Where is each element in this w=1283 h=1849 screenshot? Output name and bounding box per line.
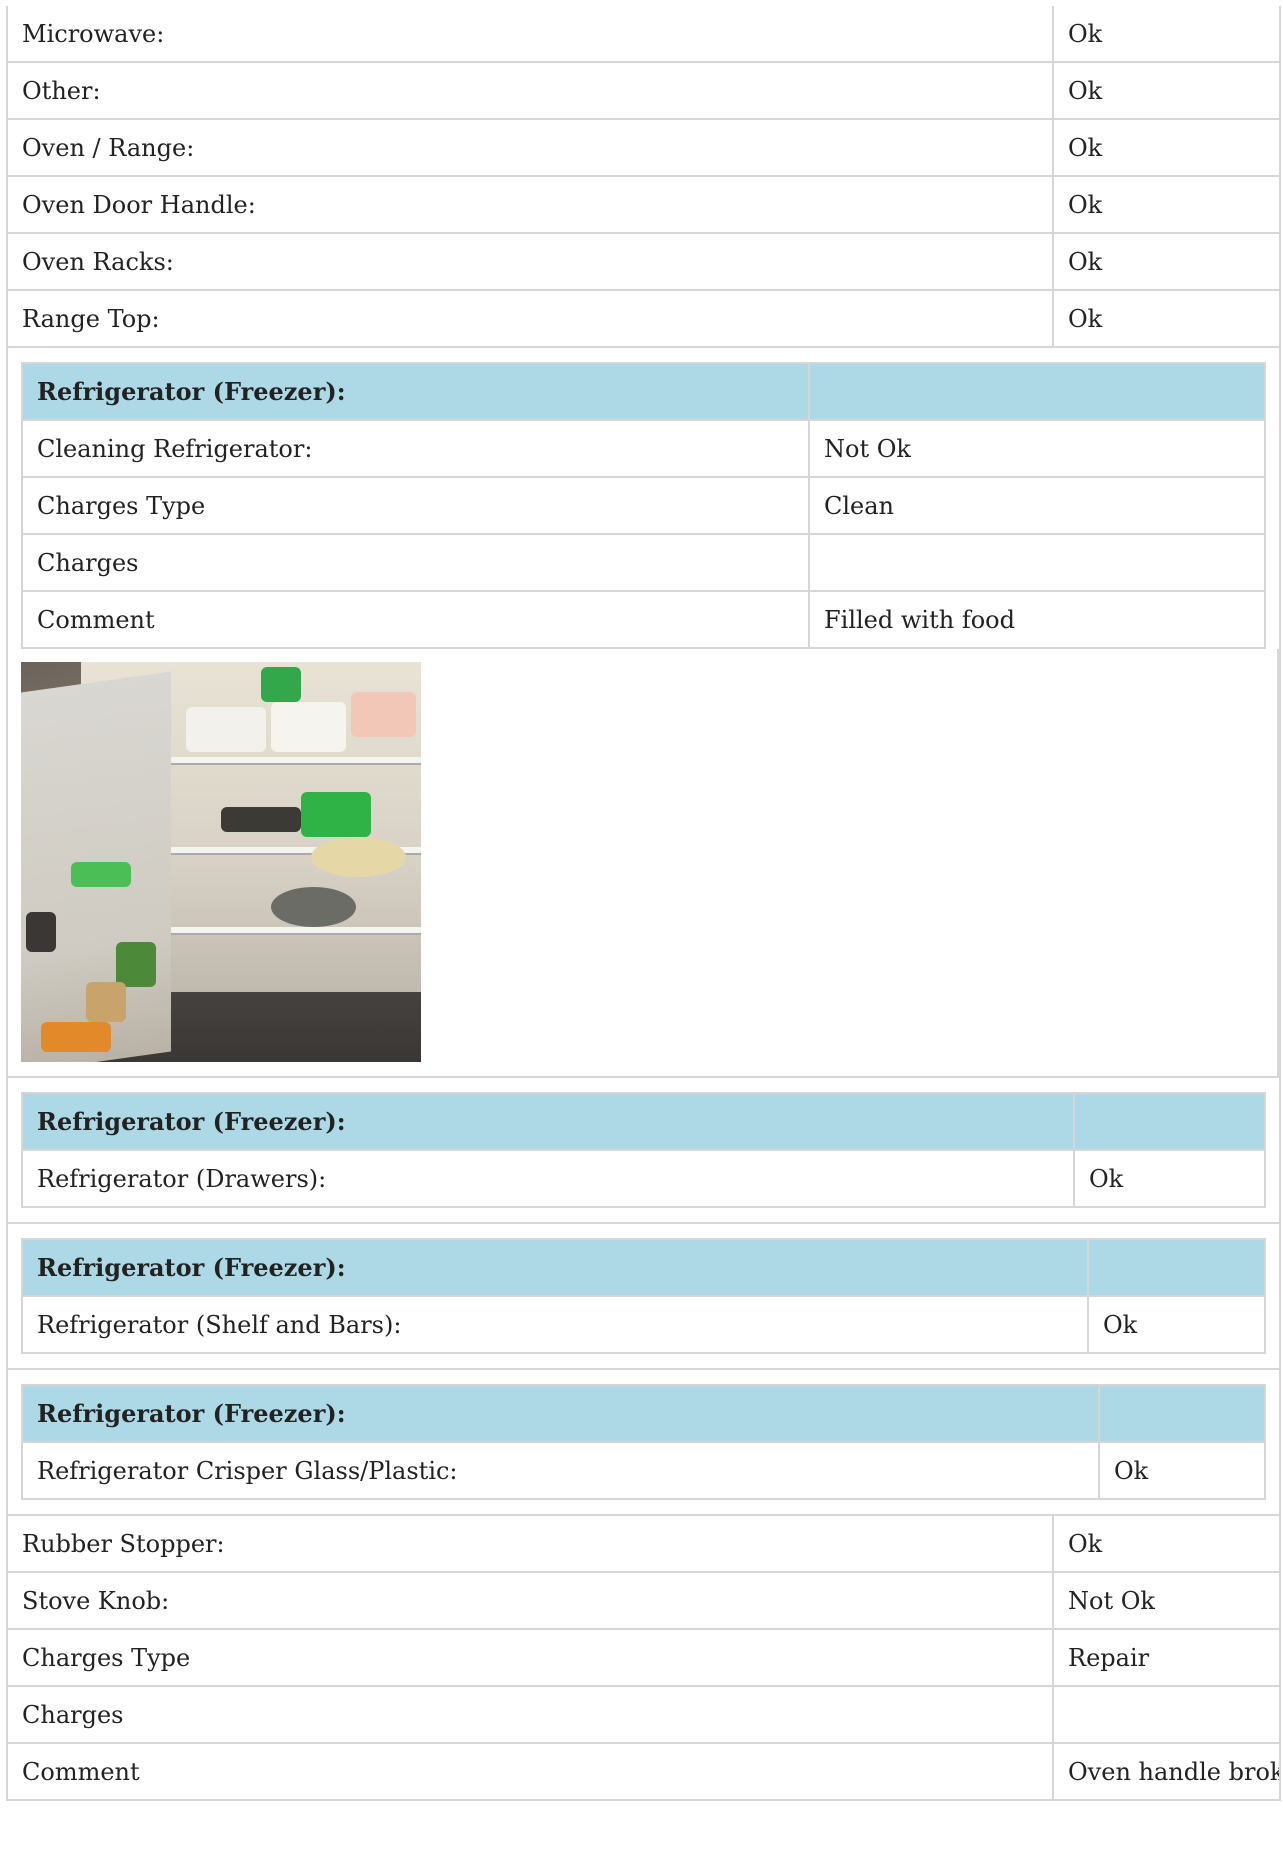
- row-label: Oven Door Handle:: [6, 176, 1054, 234]
- section-header-row: Refrigerator (Freezer):: [21, 1384, 1266, 1443]
- table-row: Oven Racks: Ok: [6, 233, 1281, 291]
- appliance-table-bottom: Rubber Stopper: Ok Stove Knob: Not Ok Ch…: [6, 1516, 1281, 1801]
- table-row: Refrigerator (Shelf and Bars): Ok: [21, 1295, 1266, 1354]
- table-row: Refrigerator Crisper Glass/Plastic: Ok: [21, 1441, 1266, 1500]
- table-row: Refrigerator (Drawers): Ok: [21, 1149, 1266, 1208]
- row-value: [808, 533, 1266, 592]
- row-label: Range Top:: [6, 290, 1054, 348]
- row-label: Cleaning Refrigerator:: [21, 419, 810, 478]
- table-row: Charges Type Clean: [21, 476, 1266, 535]
- section-header: Refrigerator (Freezer):: [21, 1384, 1100, 1443]
- section-header-empty: [808, 362, 1266, 421]
- table-row: Rubber Stopper: Ok: [6, 1516, 1281, 1573]
- row-value: Ok: [1073, 1149, 1266, 1208]
- section-header-row: Refrigerator (Freezer):: [21, 362, 1266, 421]
- row-label: Stove Knob:: [6, 1572, 1054, 1630]
- table-row: Cleaning Refrigerator: Not Ok: [21, 419, 1266, 478]
- table-row: Charges: [21, 533, 1266, 592]
- row-label: Charges Type: [21, 476, 810, 535]
- refrigerator-crisper-table: Refrigerator (Freezer): Refrigerator Cri…: [21, 1384, 1266, 1500]
- inspection-report: Microwave: Ok Other: Ok Oven / Range: Ok…: [6, 6, 1281, 1801]
- row-label: Comment: [21, 590, 810, 649]
- appliance-table-top: Microwave: Ok Other: Ok Oven / Range: Ok…: [6, 6, 1281, 348]
- row-value: Ok: [1052, 290, 1281, 348]
- row-value: [1052, 1686, 1281, 1744]
- row-value: Oven handle broke: [1052, 1743, 1281, 1801]
- refrigerator-freezer-table: Refrigerator (Freezer): Cleaning Refrige…: [21, 362, 1266, 649]
- row-value: Ok: [1052, 233, 1281, 291]
- row-label: Oven Racks:: [6, 233, 1054, 291]
- row-value: Ok: [1087, 1295, 1266, 1354]
- row-label: Oven / Range:: [6, 119, 1054, 177]
- row-label: Refrigerator (Shelf and Bars):: [21, 1295, 1089, 1354]
- row-label: Rubber Stopper:: [6, 1516, 1054, 1573]
- refrigerator-photo[interactable]: [21, 662, 421, 1062]
- row-value: Clean: [808, 476, 1266, 535]
- row-value: Ok: [1098, 1441, 1266, 1500]
- row-value: Ok: [1052, 62, 1281, 120]
- row-label: Charges: [6, 1686, 1054, 1744]
- table-row: Comment Filled with food: [21, 590, 1266, 649]
- refrigerator-drawers-section: Refrigerator (Freezer): Refrigerator (Dr…: [6, 1078, 1281, 1224]
- section-header: Refrigerator (Freezer):: [21, 1092, 1075, 1151]
- refrigerator-shelf-table: Refrigerator (Freezer): Refrigerator (Sh…: [21, 1238, 1266, 1354]
- photo-container: [8, 649, 1279, 1076]
- table-row: Stove Knob: Not Ok: [6, 1572, 1281, 1630]
- row-label: Refrigerator Crisper Glass/Plastic:: [21, 1441, 1100, 1500]
- row-label: Charges: [21, 533, 810, 592]
- section-header: Refrigerator (Freezer):: [21, 1238, 1089, 1297]
- table-row: Other: Ok: [6, 62, 1281, 120]
- row-value: Repair: [1052, 1629, 1281, 1687]
- section-header: Refrigerator (Freezer):: [21, 362, 810, 421]
- row-value: Ok: [1052, 119, 1281, 177]
- row-value: Ok: [1052, 176, 1281, 234]
- section-header-row: Refrigerator (Freezer):: [21, 1092, 1266, 1151]
- table-row: Charges Type Repair: [6, 1629, 1281, 1687]
- row-value: Ok: [1052, 1516, 1281, 1573]
- row-value: Not Ok: [1052, 1572, 1281, 1630]
- row-label: Comment: [6, 1743, 1054, 1801]
- row-value: Ok: [1052, 6, 1281, 63]
- section-header-empty: [1098, 1384, 1266, 1443]
- section-header-row: Refrigerator (Freezer):: [21, 1238, 1266, 1297]
- row-label: Other:: [6, 62, 1054, 120]
- row-value: Filled with food: [808, 590, 1266, 649]
- row-label: Charges Type: [6, 1629, 1054, 1687]
- section-header-empty: [1087, 1238, 1266, 1297]
- table-row: Microwave: Ok: [6, 6, 1281, 63]
- table-row: Oven / Range: Ok: [6, 119, 1281, 177]
- refrigerator-shelf-section: Refrigerator (Freezer): Refrigerator (Sh…: [6, 1224, 1281, 1370]
- refrigerator-crisper-section: Refrigerator (Freezer): Refrigerator Cri…: [6, 1370, 1281, 1516]
- section-header-empty: [1073, 1092, 1266, 1151]
- row-label: Microwave:: [6, 6, 1054, 63]
- row-value: Not Ok: [808, 419, 1266, 478]
- table-row: Range Top: Ok: [6, 290, 1281, 348]
- table-row: Charges: [6, 1686, 1281, 1744]
- refrigerator-freezer-section: Refrigerator (Freezer): Cleaning Refrige…: [6, 348, 1281, 1078]
- table-row: Oven Door Handle: Ok: [6, 176, 1281, 234]
- row-label: Refrigerator (Drawers):: [21, 1149, 1075, 1208]
- refrigerator-drawers-table: Refrigerator (Freezer): Refrigerator (Dr…: [21, 1092, 1266, 1208]
- table-row: Comment Oven handle broke: [6, 1743, 1281, 1801]
